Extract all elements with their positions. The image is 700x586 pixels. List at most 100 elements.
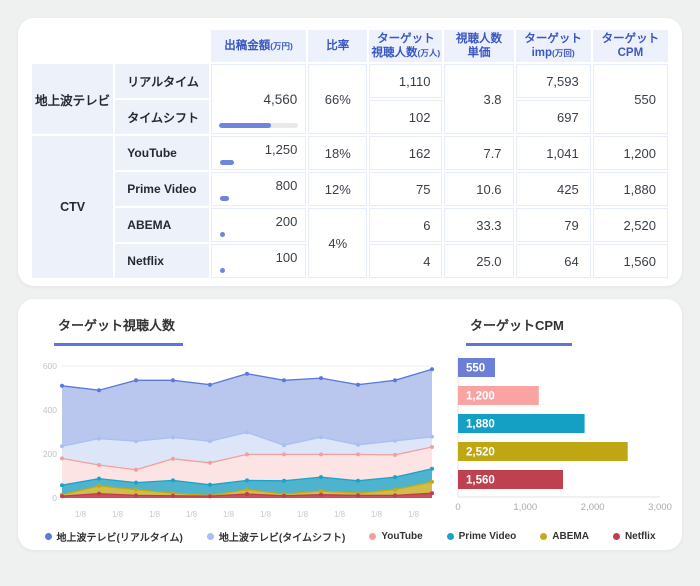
amount-value: 800 — [220, 177, 298, 194]
cell-amount-youtube: 1,250 — [211, 136, 307, 170]
cell-imp-timeshift: 697 — [516, 100, 591, 134]
svg-text:1/8: 1/8 — [75, 510, 87, 519]
header-amount-label: 出稿金額 — [224, 40, 270, 52]
cell-amount-terrestrial: 4,560 — [211, 64, 307, 134]
cell-amount-netflix: 100 — [211, 244, 307, 278]
amount-bar-fill — [220, 232, 225, 237]
svg-text:1,560: 1,560 — [466, 475, 495, 487]
header-target-viewers: ターゲット 視聴人数(万人) — [369, 30, 442, 62]
cell-cpm-youtube: 1,200 — [593, 136, 668, 170]
cell-unit-price-netflix: 25.0 — [444, 244, 513, 278]
table-row-abema: ABEMA 200 4% 6 33.3 79 2,520 — [32, 208, 668, 242]
legend-label: Netflix — [625, 531, 656, 542]
cell-amount-abema: 200 — [211, 208, 307, 242]
cell-unit-price-terrestrial: 3.8 — [444, 64, 513, 134]
legend-label: 地上波テレビ(タイムシフト) — [219, 529, 345, 544]
cell-viewers-abema: 6 — [369, 208, 442, 242]
amount-bar-fill — [220, 160, 234, 165]
amount-bar-track — [220, 196, 298, 201]
header-target-imp-l2: imp — [532, 47, 552, 59]
amount-bar-fill — [220, 196, 229, 201]
svg-text:1/8: 1/8 — [186, 510, 198, 519]
cell-ratio-youtube: 18% — [308, 136, 367, 170]
cell-imp-primevideo: 425 — [516, 172, 591, 206]
svg-text:1/8: 1/8 — [334, 510, 346, 519]
cell-ratio-primevideo: 12% — [308, 172, 367, 206]
svg-text:0: 0 — [52, 493, 57, 503]
header-target-imp: ターゲット imp(万回) — [516, 30, 591, 62]
cell-cpm-netflix: 1,560 — [593, 244, 668, 278]
svg-text:1/8: 1/8 — [297, 510, 309, 519]
amount-value: 200 — [220, 213, 298, 230]
sub-label-youtube: YouTube — [115, 136, 209, 170]
svg-text:1/8: 1/8 — [149, 510, 161, 519]
amount-bar-fill — [219, 123, 271, 128]
svg-text:1/8: 1/8 — [112, 510, 124, 519]
header-target-imp-l1: ターゲット — [524, 33, 582, 45]
area-chart-title: ターゲット視聴人数 — [54, 313, 183, 346]
svg-text:1/8: 1/8 — [371, 510, 383, 519]
sub-label-abema: ABEMA — [115, 208, 209, 242]
cell-viewers-youtube: 162 — [369, 136, 442, 170]
cell-imp-abema: 79 — [516, 208, 591, 242]
cell-unit-price-primevideo: 10.6 — [444, 172, 513, 206]
legend-dot-icon — [447, 533, 454, 540]
table-row-youtube: CTV YouTube 1,250 18% 162 7.7 1,041 1,20… — [32, 136, 668, 170]
legend-label: YouTube — [381, 531, 422, 542]
cell-viewers-realtime: 1,110 — [369, 64, 442, 98]
chart-legend: 地上波テレビ(リアルタイム) 地上波テレビ(タイムシフト) YouTube Prime… — [36, 529, 664, 544]
target-cpm-bar-chart: 5501,2001,8802,5201,56001,0002,0003,000 — [452, 354, 687, 526]
header-target-cpm: ターゲット CPM — [593, 30, 668, 62]
legend-label: ABEMA — [552, 531, 589, 542]
charts-row: ターゲット視聴人数 0 200 400 600 1/8 1/8 1/8 1/8 1/8 1/8 1/… — [36, 313, 664, 526]
cell-viewers-primevideo: 75 — [369, 172, 442, 206]
svg-text:2,520: 2,520 — [466, 447, 495, 459]
svg-text:600: 600 — [43, 361, 57, 371]
amount-bar-track — [220, 268, 298, 273]
legend-item[interactable]: Prime Video — [447, 529, 517, 544]
target-viewers-chart-block: ターゲット視聴人数 0 200 400 600 1/8 1/8 1/8 1/8 1/8 1/8 1/… — [36, 313, 438, 526]
target-viewers-area-chart: 02004006001/81/81/81/81/81/81/81/81/81/8 — [36, 354, 438, 526]
header-target-viewers-unit: (万人) — [418, 48, 441, 58]
header-ratio: 比率 — [308, 30, 367, 62]
table-row-primevideo: Prime Video 800 12% 75 10.6 425 1,880 — [32, 172, 668, 206]
header-target-viewers-l1: ターゲット — [377, 33, 435, 45]
svg-text:1/8: 1/8 — [408, 510, 420, 519]
header-ratio-label: 比率 — [326, 40, 349, 52]
amount-bar-track — [220, 232, 298, 237]
header-target-cpm-l2: CPM — [618, 47, 644, 59]
media-plan-card: 出稿金額(万円) 比率 ターゲット 視聴人数(万人) 視聴人数 単価 ターゲット… — [18, 18, 682, 286]
svg-text:200: 200 — [43, 449, 57, 459]
cell-cpm-terrestrial: 550 — [593, 64, 668, 134]
svg-text:550: 550 — [466, 363, 485, 375]
cell-unit-price-youtube: 7.7 — [444, 136, 513, 170]
legend-item[interactable]: ABEMA — [540, 529, 589, 544]
media-plan-table: 出稿金額(万円) 比率 ターゲット 視聴人数(万人) 視聴人数 単価 ターゲット… — [30, 28, 670, 280]
legend-dot-icon — [207, 533, 214, 540]
amount-bar-track — [220, 160, 298, 165]
cell-amount-primevideo: 800 — [211, 172, 307, 206]
cell-imp-realtime: 7,593 — [516, 64, 591, 98]
legend-item[interactable]: 地上波テレビ(リアルタイム) — [45, 529, 183, 544]
cell-cpm-primevideo: 1,880 — [593, 172, 668, 206]
header-amount: 出稿金額(万円) — [211, 30, 307, 62]
legend-item[interactable]: 地上波テレビ(タイムシフト) — [207, 529, 345, 544]
amount-value: 1,250 — [220, 141, 298, 158]
svg-text:1,880: 1,880 — [466, 419, 495, 431]
legend-item[interactable]: Netflix — [613, 529, 656, 544]
cell-unit-price-abema: 33.3 — [444, 208, 513, 242]
svg-text:0: 0 — [455, 502, 460, 513]
legend-item[interactable]: YouTube — [369, 529, 422, 544]
amount-value: 100 — [220, 249, 298, 266]
cell-cpm-abema: 2,520 — [593, 208, 668, 242]
header-amount-unit: (万円) — [270, 41, 293, 51]
target-cpm-chart-block: ターゲットCPM 5501,2001,8802,5201,56001,0002,… — [452, 313, 687, 526]
svg-text:1,000: 1,000 — [513, 502, 537, 513]
group-terrestrial: 地上波テレビ — [32, 64, 113, 134]
svg-text:400: 400 — [43, 405, 57, 415]
amount-bar-fill — [220, 268, 225, 273]
header-unit-price: 視聴人数 単価 — [444, 30, 513, 62]
header-target-imp-unit: (万回) — [552, 48, 575, 58]
sub-label-primevideo: Prime Video — [115, 172, 209, 206]
table-row-realtime: 地上波テレビ リアルタイム 4,560 66% 1,110 3.8 7,593 … — [32, 64, 668, 98]
